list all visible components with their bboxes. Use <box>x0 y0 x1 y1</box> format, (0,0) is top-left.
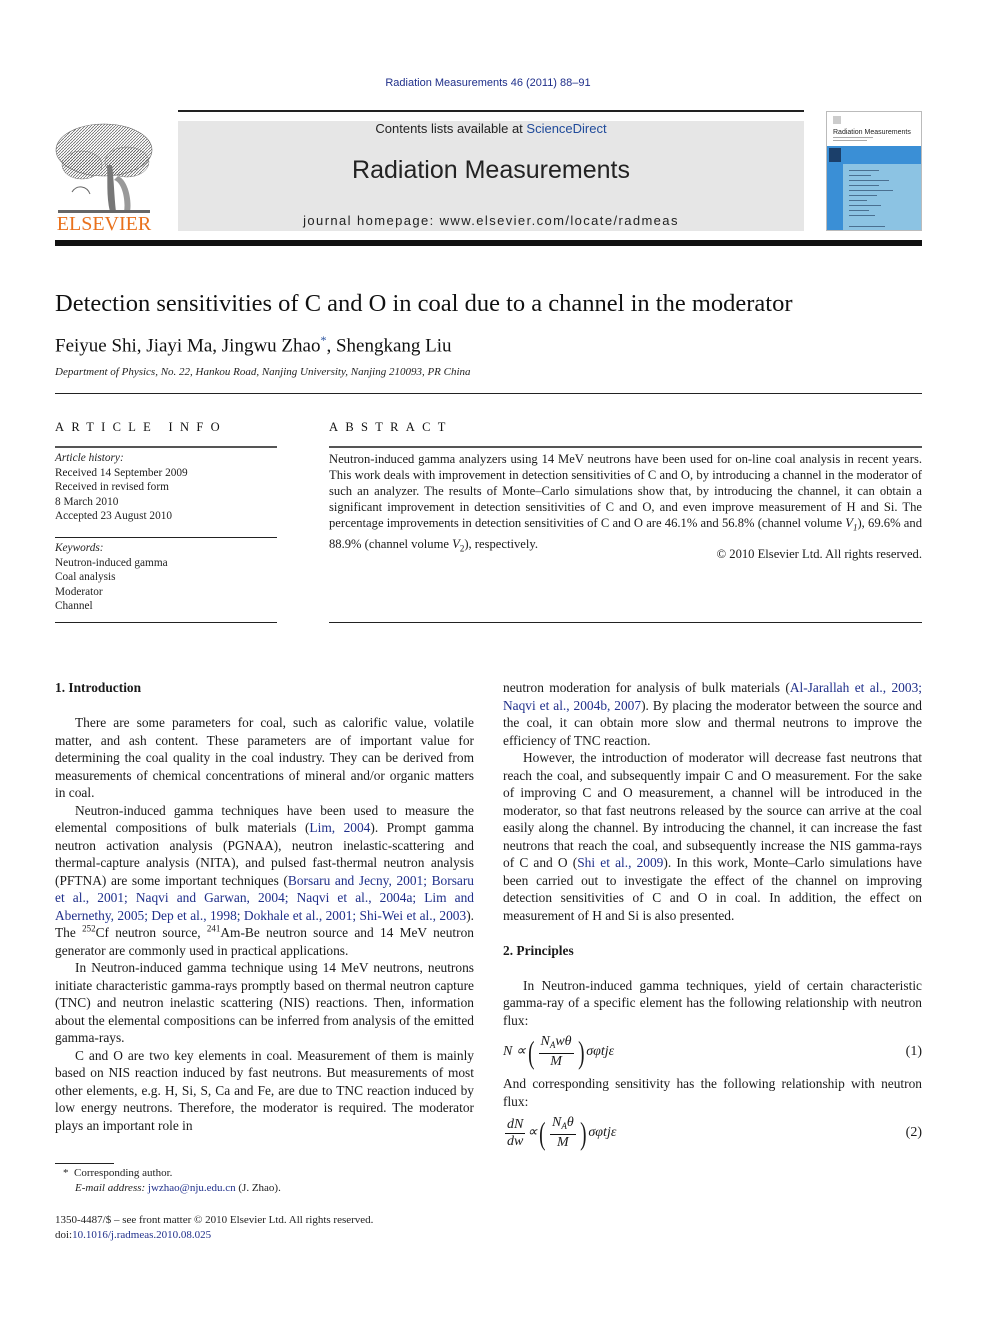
journal-cover-thumbnail[interactable]: Radiation Measurements <box>826 111 922 231</box>
authors-tail: , Shengkang Liu <box>326 335 452 357</box>
journal-name: Radiation Measurements <box>352 156 630 184</box>
keywords: Keywords: Neutron-induced gamma Coal ana… <box>55 541 277 614</box>
elsevier-logo[interactable]: ELSEVIER <box>52 120 156 235</box>
cover-title: Radiation Measurements <box>833 129 911 136</box>
section-heading-principles: 2. Principles <box>503 942 574 958</box>
elsevier-tree-icon: ELSEVIER <box>55 123 153 235</box>
paragraph: neutron moderation for analysis of bulk … <box>503 680 922 748</box>
divider <box>55 537 277 538</box>
paragraph: Neutron-induced gamma techniques have be… <box>55 802 474 958</box>
abstract-text: Neutron-induced gamma analyzers using 14… <box>329 451 922 556</box>
front-matter: 1350-4487/$ – see front matter © 2010 El… <box>55 1213 495 1243</box>
section-heading-introduction: 1. Introduction <box>55 680 142 695</box>
divider <box>329 622 922 623</box>
equation-rhs: σφtjε <box>586 1044 615 1060</box>
divider <box>55 393 922 394</box>
article-history-label: Article history: <box>55 452 124 464</box>
equation-lhs: N ∝ <box>503 1044 526 1060</box>
footnote-rule <box>55 1163 114 1164</box>
author-list: Feiyue Shi, Jiayi Ma, Jingwu Zhao*, Shen… <box>55 333 452 357</box>
contents-prefix: Contents lists available at <box>375 121 527 136</box>
equation-proportional: ∝ <box>527 1125 538 1141</box>
equation-2: dN dw ∝ ( NAθ M ) σφtjε (2) <box>505 1115 922 1151</box>
elsevier-wordmark: ELSEVIER <box>57 213 152 232</box>
history-item: 8 March 2010 <box>55 495 119 508</box>
paragraph: C and O are two key elements in coal. Me… <box>55 1047 474 1133</box>
doi-label: doi: <box>55 1229 73 1241</box>
citation-link[interactable]: Shi et al., 2009 <box>577 855 663 870</box>
divider <box>55 622 277 623</box>
abstract-copyright: © 2010 Elsevier Ltd. All rights reserved… <box>716 547 922 561</box>
equation-number: (2) <box>905 1125 922 1141</box>
footnote-marker: * <box>63 1167 69 1179</box>
keyword-item: Neutron-induced gamma <box>55 556 168 569</box>
issn-line: 1350-4487/$ – see front matter © 2010 El… <box>55 1214 374 1226</box>
keyword-item: Channel <box>55 600 93 612</box>
article-title: Detection sensitivities of C and O in co… <box>55 290 793 317</box>
citation-link[interactable]: Lim, 2004 <box>309 820 370 835</box>
paragraph: There are some parameters for coal, such… <box>55 715 474 800</box>
equation-number: (1) <box>905 1044 922 1060</box>
paragraph: In Neutron-induced gamma technique using… <box>55 960 474 1045</box>
divider <box>55 446 277 448</box>
header-thick-rule <box>55 240 922 246</box>
footnote: * Corresponding author. E-mail address: … <box>55 1166 474 1196</box>
journal-reference-link[interactable]: Radiation Measurements 46 (2011) 88–91 <box>0 77 976 89</box>
keywords-label: Keywords: <box>55 542 104 554</box>
email-tail: (J. Zhao). <box>235 1182 281 1194</box>
authors-text: Feiyue Shi, Jiayi Ma, Jingwu Zhao <box>55 335 321 357</box>
history-item: Received 14 September 2009 <box>55 466 188 479</box>
affiliation: Department of Physics, No. 22, Hankou Ro… <box>55 366 471 378</box>
paragraph: However, the introduction of moderator w… <box>503 750 922 923</box>
keyword-item: Coal analysis <box>55 571 116 583</box>
paragraph: And corresponding sensitivity has the fo… <box>503 1076 922 1109</box>
journal-cover-image: Radiation Measurements <box>827 112 921 230</box>
symbol-v1: V <box>845 516 853 530</box>
body-column-right: neutron moderation for analysis of bulk … <box>503 679 922 1156</box>
divider <box>329 446 922 448</box>
email-link[interactable]: jwzhao@nju.edu.cn <box>148 1182 236 1194</box>
email-label: E-mail address: <box>75 1182 148 1194</box>
keyword-item: Moderator <box>55 585 103 598</box>
article-info-heading: ARTICLE INFO <box>55 420 227 434</box>
contents-line: Contents lists available at ScienceDirec… <box>178 121 804 136</box>
abstract-part: Neutron-induced gamma analyzers using 14… <box>329 452 922 530</box>
article-history: Article history: Received 14 September 2… <box>55 451 277 524</box>
sciencedirect-link[interactable]: ScienceDirect <box>526 121 606 136</box>
header-top-rule <box>178 110 804 112</box>
equation-1: N ∝ ( NAwθ M ) σφtjε (1) <box>503 1034 922 1070</box>
journal-homepage-link[interactable]: journal homepage: www.elsevier.com/locat… <box>178 213 804 228</box>
history-item: Received in revised form <box>55 481 169 493</box>
paragraph: In Neutron-induced gamma techniques, yie… <box>503 977 922 1028</box>
footnote-corresponding: Corresponding author. <box>74 1167 173 1179</box>
abstract-heading: ABSTRACT <box>329 420 453 434</box>
doi-link[interactable]: 10.1016/j.radmeas.2010.08.025 <box>72 1229 211 1241</box>
equation-rhs: σφtjε <box>588 1125 617 1141</box>
history-item: Accepted 23 August 2010 <box>55 510 173 522</box>
body-column-left: 1. Introduction There are some parameter… <box>55 679 474 1134</box>
